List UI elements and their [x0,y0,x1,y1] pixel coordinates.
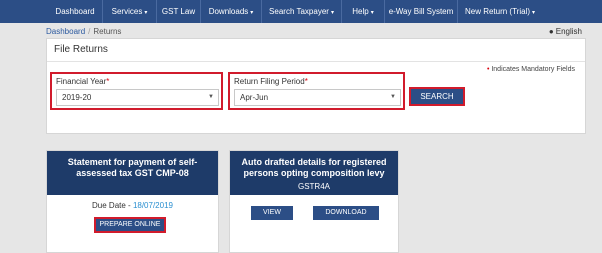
nav-services-label: Services [111,7,143,16]
caret-down-icon: ▾ [144,10,148,16]
nav-search-taxpayer[interactable]: Search Taxpayer ▾ [262,0,341,23]
nav-eway-bill-label: e-Way Bill System [388,7,454,16]
return-period-select[interactable]: Apr-Jun ▼ [234,89,401,106]
breadcrumb-current: Returns [93,27,122,36]
panel-divider [47,61,585,62]
cmp08-card-title: Statement for payment of self-assessed t… [67,157,198,178]
mandatory-note-text: Indicates Mandatory Fields [491,66,575,73]
financial-year-select[interactable]: 2019-20 ▼ [56,89,219,106]
panel-title: File Returns [54,44,108,55]
breadcrumb-separator: / [88,27,91,36]
search-button[interactable]: SEARCH [409,87,465,106]
top-navigation-bar: Dashboard Services ▾ GST Law Downloads ▾ S… [0,0,602,23]
due-date-label: Due Date - [92,201,131,210]
nav-downloads-label: Downloads [208,7,249,16]
dropdown-arrow-icon: ▼ [390,94,396,100]
return-period-label-text: Return Filing Period [234,77,305,86]
nav-new-return-label: New Return (Trial) [464,7,531,16]
return-period-value: Apr-Jun [240,93,269,102]
language-label: English [555,27,582,36]
cmp08-due-date: Due Date - 18/07/2019 [46,201,219,210]
download-button[interactable]: DOWNLOAD [313,206,379,220]
language-selector[interactable]: ● English [549,27,582,36]
view-button[interactable]: VIEW [251,206,293,220]
financial-year-label: Financial Year* [56,77,109,86]
caret-down-icon: ▾ [532,10,536,16]
due-date-value: 18/07/2019 [132,201,173,210]
return-period-label: Return Filing Period* [234,77,308,86]
financial-year-value: 2019-20 [62,93,92,102]
dropdown-arrow-icon: ▼ [208,94,214,100]
financial-year-field: Financial Year* 2019-20 ▼ [50,72,223,110]
nav-gst-law-label: GST Law [161,7,196,16]
nav-help-label: Help [352,7,369,16]
required-marker: * [106,77,110,86]
nav-services[interactable]: Services ▾ [103,0,156,23]
gstr4a-card-header: Auto drafted details for registered pers… [230,151,398,195]
nav-gst-law[interactable]: GST Law [157,0,200,23]
nav-help[interactable]: Help ▾ [342,0,384,23]
nav-search-taxpayer-label: Search Taxpayer [269,7,329,16]
nav-dashboard-label: Dashboard [55,7,95,16]
nav-dashboard[interactable]: Dashboard [48,0,102,23]
caret-down-icon: ▾ [370,10,374,16]
financial-year-label-text: Financial Year [56,77,107,86]
required-marker: * [304,77,308,86]
globe-icon: ● [548,27,554,36]
nav-eway-bill[interactable]: e-Way Bill System [385,0,457,23]
return-period-field: Return Filing Period* Apr-Jun ▼ [228,72,405,110]
gstr4a-form-code: GSTR4A [297,182,330,191]
breadcrumb: Dashboard / Returns [46,27,121,36]
nav-new-return[interactable]: New Return (Trial) ▾ [458,0,542,23]
prepare-online-button[interactable]: PREPARE ONLINE [94,217,166,233]
breadcrumb-dashboard-link[interactable]: Dashboard [46,27,85,36]
gstr4a-card: Auto drafted details for registered pers… [229,150,399,253]
nav-downloads[interactable]: Downloads ▾ [201,0,261,23]
cmp08-card-header: Statement for payment of self-assessed t… [47,151,218,195]
mandatory-note: • Indicates Mandatory Fields [487,66,575,73]
caret-down-icon: ▾ [250,10,254,16]
caret-down-icon: ▾ [330,10,334,16]
gstr4a-card-title: Auto drafted details for registered pers… [241,157,387,178]
